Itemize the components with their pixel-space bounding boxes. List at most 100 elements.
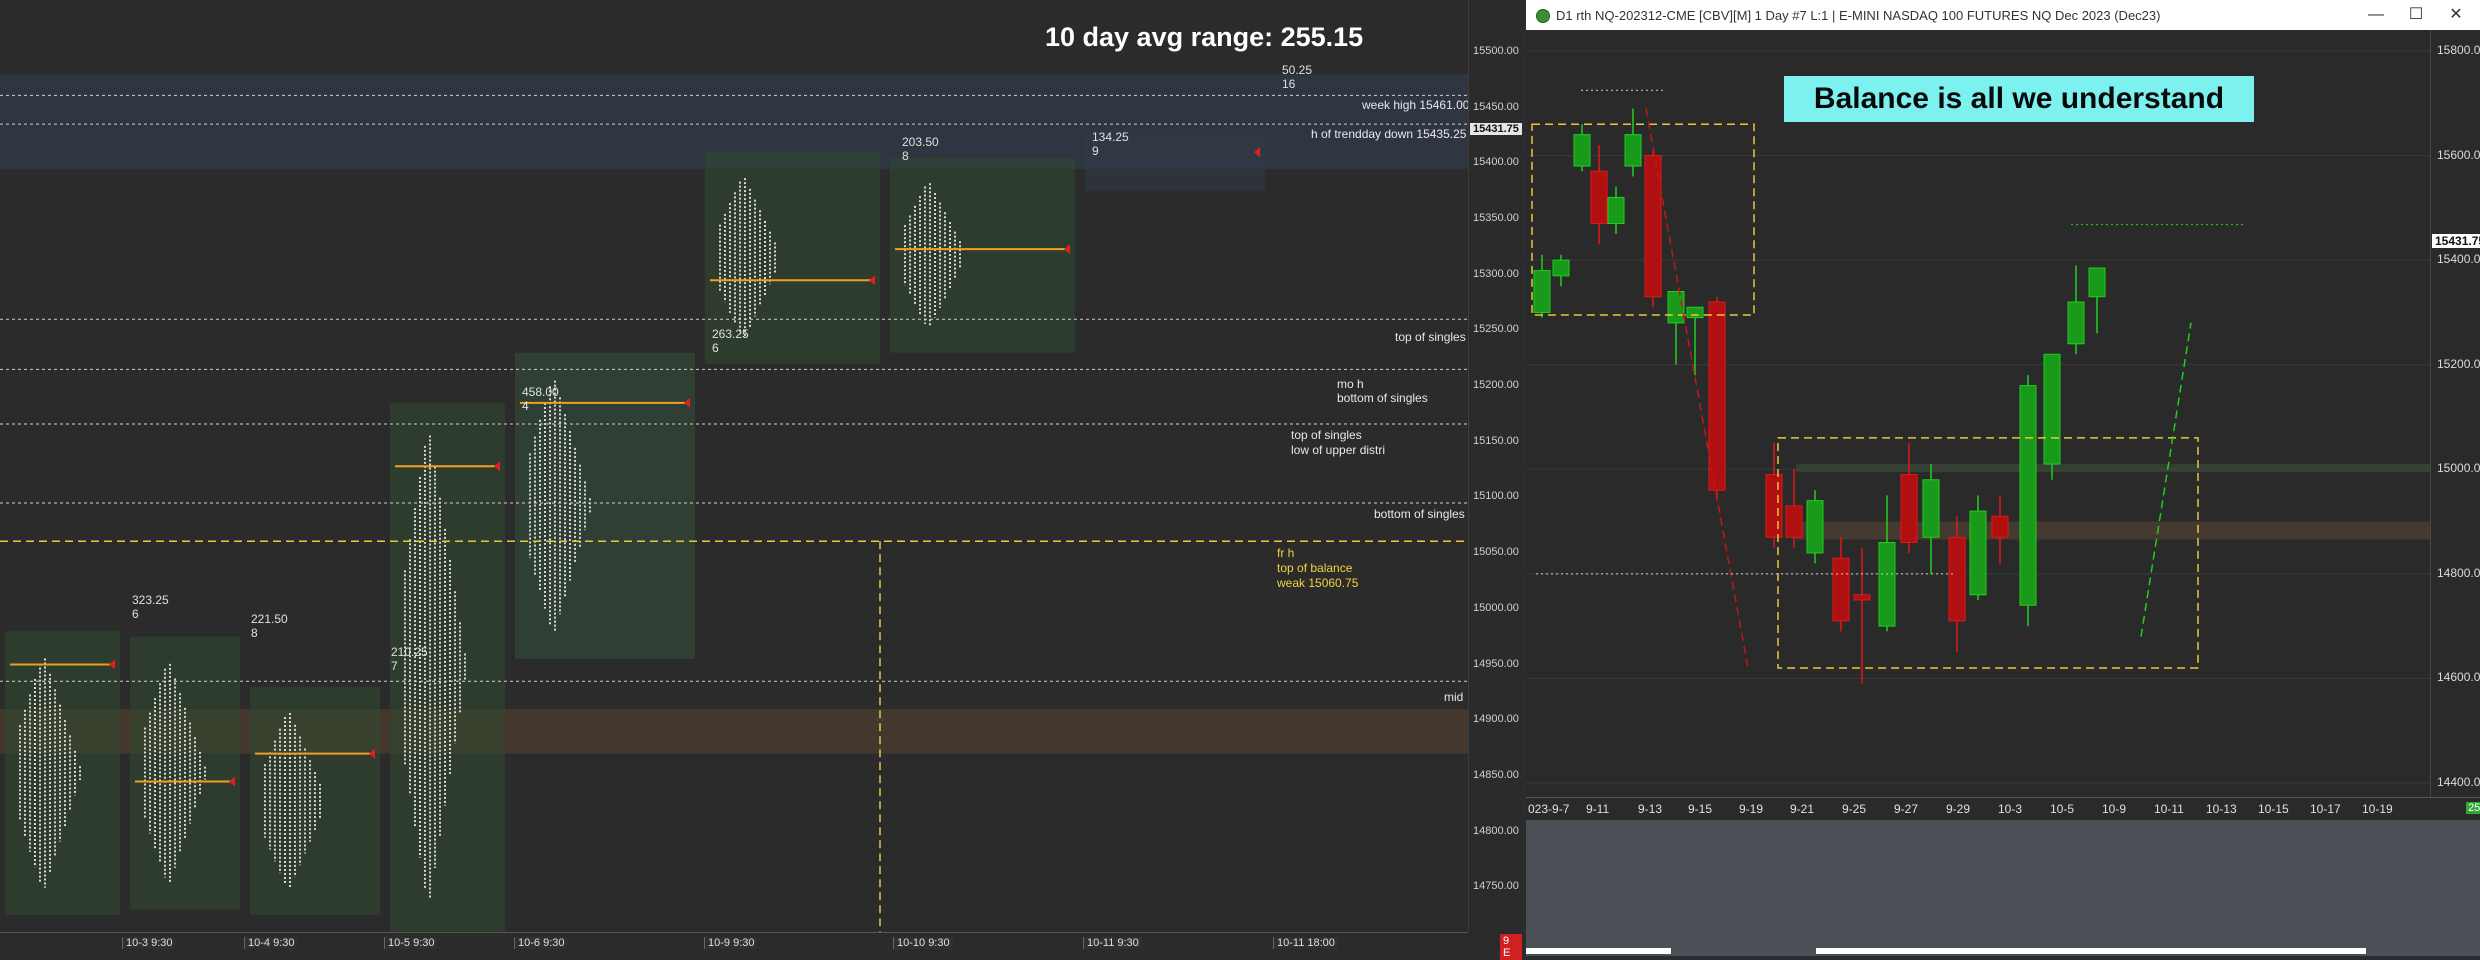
profile-range-value: 50.25 <box>1282 63 1313 77</box>
right-current-price-tag: 15431.75 <box>2432 234 2480 248</box>
x-tick-label: 10-13 <box>2206 802 2237 816</box>
x-tick-label: 10-5 <box>2050 802 2075 816</box>
candle-body <box>1922 479 1940 538</box>
candle-body <box>1948 536 1966 622</box>
window-titlebar[interactable]: D1 rth NQ-202312-CME [CBV][M] 1 Day #7 L… <box>1526 0 2480 30</box>
close-button[interactable]: ✕ <box>2436 4 2476 26</box>
market-profile-plot[interactable] <box>0 0 1468 932</box>
market-profile-chart[interactable]: 10 day avg range: 255.15 323.25 6 221.50 8 2… <box>0 0 1523 960</box>
profile-value-area <box>890 157 1075 353</box>
y-tick-label: 15600.00 <box>2437 147 2480 162</box>
y-tick-label: 15100.00 <box>1473 490 1519 503</box>
profile-count-value: 6 <box>132 607 139 621</box>
y-tick-label: 15200.00 <box>2437 356 2480 371</box>
daily-chart-window[interactable]: D1 rth NQ-202312-CME [CBV][M] 1 Day #7 L… <box>1526 0 2480 821</box>
right-time-axis[interactable]: 023-9-7 9-11 9-13 9-15 9-19 9-21 9-25 9-27 9-29 1… <box>1526 797 2480 821</box>
profile-range-value: 323.25 <box>132 593 169 607</box>
y-tick-label: 15500.00 <box>1473 45 1519 57</box>
candle-body <box>1832 557 1850 622</box>
partial-window-2 <box>1816 948 2366 954</box>
week-high-label: week high 15461.00 <box>1362 98 1470 112</box>
y-tick-label: 15450.00 <box>1473 100 1519 113</box>
candle-body <box>1533 270 1551 313</box>
y-tick-label: 15000.00 <box>2437 461 2480 476</box>
profile-range-label: 458.00 4 <box>522 385 559 413</box>
candle-body <box>2043 353 2061 465</box>
candle-body <box>1765 474 1783 538</box>
y-tick-label: 15000.00 <box>1473 601 1519 614</box>
candle-body <box>1590 170 1608 225</box>
daily-candlestick-plot[interactable] <box>1526 30 2430 797</box>
top-singles-label-1: top of singles <box>1395 330 1466 344</box>
profile-range-value: 134.25 <box>1092 130 1129 144</box>
candle-body <box>1686 306 1704 319</box>
candle-body <box>1878 541 1896 627</box>
mo-h-label: mo h <box>1337 377 1364 391</box>
candle-body <box>1806 500 1824 554</box>
candle-body <box>1785 505 1803 538</box>
left-price-axis[interactable]: 15500.00 15450.00 15400.00 15350.00 15300.00… <box>1468 0 1523 930</box>
x-tick-label: 10-9 <box>2102 802 2127 816</box>
band <box>1796 521 2430 540</box>
weak-label: weak 15060.75 <box>1277 576 1359 590</box>
y-tick-label: 15400.00 <box>2437 252 2480 267</box>
x-tick-label: 9-21 <box>1790 802 1815 816</box>
x-tick-label: 9-29 <box>1946 802 1971 816</box>
x-tick-label: 10-3 9:30 <box>122 937 176 949</box>
minimize-button[interactable]: — <box>2356 4 2396 26</box>
profile-value-area <box>5 631 120 916</box>
x-tick-label: 10-4 9:30 <box>244 937 298 949</box>
profile-range-value: 458.00 <box>522 385 559 399</box>
candle-body <box>1552 259 1570 277</box>
green-marker: 25 <box>2466 802 2480 814</box>
y-tick-label: 15400.00 <box>1473 156 1519 169</box>
candle-body <box>1624 134 1642 167</box>
profile-range-label: 134.25 9 <box>1092 130 1129 158</box>
candle-body <box>1573 134 1591 167</box>
x-tick-label: 9-27 <box>1894 802 1919 816</box>
x-tick-label: 10-11 <box>2154 802 2184 816</box>
partial-window-1 <box>1526 948 1671 954</box>
x-tick-label: 023-9-7 <box>1528 802 1570 816</box>
profile-range-value: 221.50 <box>251 612 288 626</box>
y-tick-label: 14850.00 <box>1473 768 1519 781</box>
x-tick-label: 9-13 <box>1638 802 1663 816</box>
profile-range-label: 221.50 8 <box>251 612 288 640</box>
candle-body <box>1900 474 1918 543</box>
profile-count-value: 7 <box>391 659 398 673</box>
x-tick-label: 10-5 9:30 <box>384 937 438 949</box>
fr-h-label: fr h <box>1277 546 1295 560</box>
profile-range-label: 263.25 6 <box>712 327 749 355</box>
profile-range-value: 210.25 <box>391 645 428 659</box>
window-title: D1 rth NQ-202312-CME [CBV][M] 1 Day #7 L… <box>1556 8 2161 23</box>
maximize-button[interactable]: ☐ <box>2396 4 2436 26</box>
upper-balance-box <box>1531 123 1755 316</box>
x-tick-label: 9-25 <box>1842 802 1867 816</box>
x-tick-label: 10-10 9:30 <box>893 937 953 949</box>
profile-range-label: 210.25 7 <box>391 645 428 673</box>
profile-range-label: 203.50 8 <box>902 135 939 163</box>
x-tick-label: 10-6 9:30 <box>514 937 568 949</box>
y-tick-label: 14750.00 <box>1473 880 1519 893</box>
profile-count-value: 8 <box>251 626 258 640</box>
app-logo-icon <box>1536 9 1550 23</box>
y-tick-label: 15250.00 <box>1473 323 1519 336</box>
low-upper-label: low of upper distri <box>1291 443 1386 457</box>
left-time-axis[interactable]: 10-3 9:30 10-4 9:30 10-5 9:30 10-6 9:30 10-9… <box>0 932 1468 957</box>
y-tick-label: 15300.00 <box>1473 267 1519 280</box>
profile-range-label: 323.25 6 <box>132 593 169 621</box>
y-tick-label: 15800.00 <box>2437 43 2480 57</box>
right-price-axis[interactable]: 15800.00 15600.00 15400.00 15200.00 15000.00… <box>2430 30 2480 797</box>
x-tick-label: 10-19 <box>2362 802 2393 816</box>
top-singles-label-2: top of singles <box>1291 428 1362 442</box>
candle-body <box>1969 510 1987 596</box>
x-tick-label: 10-11 9:30 <box>1083 937 1142 949</box>
profile-count-value: 8 <box>902 149 909 163</box>
candle-body <box>1607 196 1625 225</box>
y-tick-label: 14900.00 <box>1473 713 1519 726</box>
x-tick-label: 10-15 <box>2258 802 2289 816</box>
avg-range-label: 10 day avg range: 255.15 <box>1045 22 1364 52</box>
profile-count-value: 9 <box>1092 144 1099 158</box>
balance-banner: Balance is all we understand <box>1784 76 2254 122</box>
session-badge: 9 E <box>1500 934 1522 960</box>
